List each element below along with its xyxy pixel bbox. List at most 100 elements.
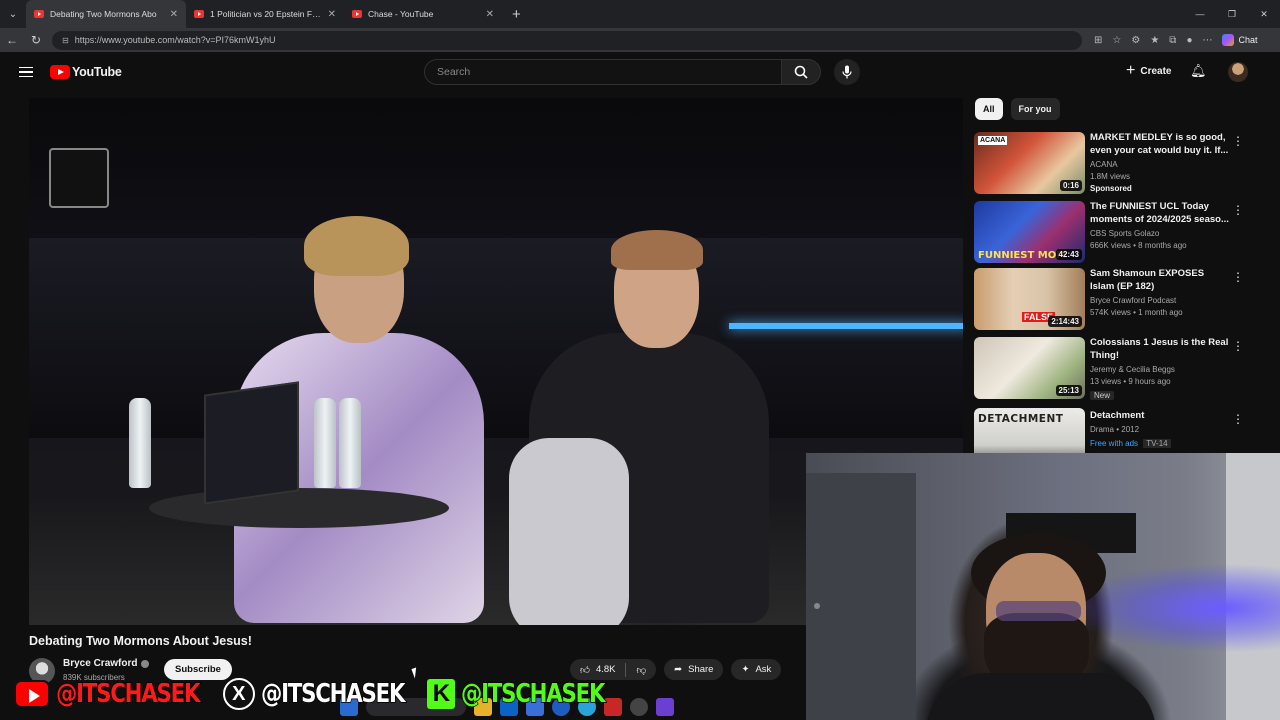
chat-label: Chat	[1238, 35, 1258, 45]
chip-for-you[interactable]: For you	[1010, 98, 1060, 120]
more-actions-icon[interactable]: ⋮	[1232, 134, 1244, 148]
recommendation-stats: 666K views • 8 months ago	[1090, 241, 1187, 250]
recommendation-item[interactable]: ACANA 0:16 MARKET MEDLEY is so good, eve…	[974, 132, 1264, 196]
thumb-brand-text: ACANA	[978, 136, 1008, 145]
tab-close-icon[interactable]: ✕	[486, 9, 494, 20]
recommendation-item[interactable]: FALSE 2:14:43 Sam Shamoun EXPOSES Islam …	[974, 268, 1264, 332]
thumb-overlay-text: DETACHMENT	[978, 413, 1064, 425]
verified-icon	[141, 659, 150, 668]
recommendation-channel: Bryce Crawford Podcast	[1090, 296, 1177, 305]
youtube-favicon-icon	[194, 10, 204, 18]
maximize-icon[interactable]: ❐	[1216, 0, 1248, 28]
window-controls: — ❐ ✕	[1184, 0, 1280, 28]
favorites-icon[interactable]: ★	[1150, 35, 1159, 46]
search-placeholder: Search	[437, 66, 471, 78]
menu-hamburger-icon[interactable]	[19, 66, 33, 78]
kick-logo-icon: K	[427, 679, 456, 709]
youtube-logo[interactable]: YouTube	[50, 65, 122, 79]
plus-icon: +	[1126, 62, 1136, 79]
youtube-favicon-icon	[34, 10, 44, 18]
recommendation-channel: ACANA	[1090, 160, 1118, 169]
more-menu-icon[interactable]: ⋯	[1202, 35, 1212, 46]
availability-row: Free with ads TV-14	[1090, 438, 1171, 450]
chrome-icon[interactable]	[630, 698, 648, 716]
vscode-icon[interactable]	[656, 698, 674, 716]
video-title: Debating Two Mormons About Jesus!	[29, 634, 252, 648]
recommendation-title[interactable]: The FUNNIEST UCL Today moments of 2024/2…	[1090, 201, 1230, 226]
extensions-icon[interactable]: ⚙	[1131, 35, 1140, 46]
sparkle-icon: ✦	[741, 664, 750, 675]
recommendation-item[interactable]: 25:13 Colossians 1 Jesus is the Real Thi…	[974, 337, 1264, 401]
browser-tab-3[interactable]: Chase - YouTube ✕	[344, 0, 502, 28]
browser-tab-2[interactable]: 1 Politician vs 20 Epstein File Critic ✕	[186, 0, 344, 28]
favorite-star-icon[interactable]: ☆	[1112, 35, 1121, 46]
rating-badge: TV-14	[1143, 439, 1171, 448]
ask-button[interactable]: ✦ Ask	[731, 659, 782, 680]
create-label: Create	[1140, 65, 1172, 77]
collections-icon[interactable]: ⧉	[1169, 35, 1176, 46]
notifications-bell-icon[interactable]: 🔔︎	[1190, 63, 1207, 79]
search-input[interactable]: Search	[424, 59, 782, 85]
copilot-icon	[1222, 34, 1235, 46]
search-icon	[794, 65, 808, 79]
recommendation-channel: Drama • 2012	[1090, 425, 1140, 434]
recommendation-channel: Jeremy & Cecilia Beggs	[1090, 365, 1175, 374]
video-thumbnail[interactable]: 25:13	[974, 337, 1085, 399]
recommendation-title[interactable]: Detachment	[1090, 410, 1230, 423]
new-badge: New	[1090, 391, 1115, 400]
recommendation-stats: 13 views • 9 hours ago	[1090, 377, 1171, 386]
share-icon: ➦	[674, 664, 683, 675]
thumbs-down-icon[interactable]: 👎︎	[636, 664, 646, 676]
recommendation-stats: 1.8M views	[1090, 172, 1131, 181]
share-button[interactable]: ➦ Share	[664, 659, 724, 680]
address-bar-row: ← ↻ ⊟ https://www.youtube.com/watch?v=PI…	[0, 28, 1280, 52]
video-thumbnail[interactable]: FALSE 2:14:43	[974, 268, 1085, 330]
tab-title: 1 Politician vs 20 Epstein File Critic	[210, 9, 322, 19]
tab-close-icon[interactable]: ✕	[328, 9, 336, 20]
voice-search-button[interactable]	[834, 59, 860, 85]
video-thumbnail[interactable]: ACANA 0:16	[974, 132, 1085, 194]
close-window-icon[interactable]: ✕	[1248, 0, 1280, 28]
search-button[interactable]	[781, 59, 821, 85]
chip-all[interactable]: All	[975, 98, 1003, 120]
tab-search-chevron-icon[interactable]: ⌄	[0, 0, 26, 28]
duration-badge: 0:16	[1059, 180, 1082, 191]
tab-close-icon[interactable]: ✕	[170, 9, 178, 20]
duration-badge: 2:14:43	[1048, 316, 1082, 327]
video-thumbnail[interactable]: FUNNIEST MOM 42:43	[974, 201, 1085, 263]
thumbs-up-icon[interactable]: 👍︎	[580, 664, 590, 676]
x-logo-icon: X	[222, 678, 255, 710]
recommendation-channel: CBS Sports Golazo	[1090, 229, 1160, 238]
split-screen-icon[interactable]: ⊞	[1094, 35, 1102, 46]
like-count[interactable]: 4.8K	[596, 664, 616, 675]
kick-handle: @ITSCHASEK	[461, 678, 607, 710]
new-badge-row: New	[1090, 390, 1115, 402]
youtube-play-icon	[50, 65, 70, 79]
recommendation-title[interactable]: Colossians 1 Jesus is the Real Thing!	[1090, 337, 1230, 362]
channel-name: Bryce Crawford	[63, 658, 138, 669]
recommendation-title[interactable]: MARKET MEDLEY is so good, even your cat …	[1090, 132, 1230, 157]
recommendation-title[interactable]: Sam Shamoun EXPOSES Islam (EP 182)	[1090, 268, 1230, 293]
more-actions-icon[interactable]: ⋮	[1232, 339, 1244, 353]
youtube-handle: @ITSCHASEK	[55, 678, 201, 710]
thumb-overlay-text: FUNNIEST MOM	[978, 250, 1067, 261]
duration-badge: 25:13	[1055, 385, 1082, 396]
tab-title: Debating Two Mormons Abo	[50, 9, 157, 19]
new-tab-icon[interactable]: +	[502, 6, 531, 23]
profile-icon[interactable]: ●	[1186, 35, 1192, 46]
recommendation-item[interactable]: FUNNIEST MOM 42:43 The FUNNIEST UCL Toda…	[974, 201, 1264, 265]
browser-tab-1[interactable]: Debating Two Mormons Abo ✕	[26, 0, 186, 28]
site-info-icon[interactable]: ⊟	[62, 36, 69, 45]
url-field[interactable]: ⊟ https://www.youtube.com/watch?v=PI76km…	[52, 30, 1082, 50]
create-button[interactable]: + Create	[1120, 58, 1177, 84]
account-avatar[interactable]	[1228, 62, 1248, 82]
copilot-chat-button[interactable]: Chat	[1222, 34, 1258, 46]
minimize-icon[interactable]: —	[1184, 0, 1216, 28]
youtube-favicon-icon	[352, 10, 362, 18]
more-actions-icon[interactable]: ⋮	[1232, 270, 1244, 284]
channel-name-row[interactable]: Bryce Crawford	[63, 658, 150, 669]
back-icon[interactable]: ←	[0, 33, 24, 47]
more-actions-icon[interactable]: ⋮	[1232, 412, 1244, 426]
reload-icon[interactable]: ↻	[24, 33, 48, 47]
more-actions-icon[interactable]: ⋮	[1232, 203, 1244, 217]
